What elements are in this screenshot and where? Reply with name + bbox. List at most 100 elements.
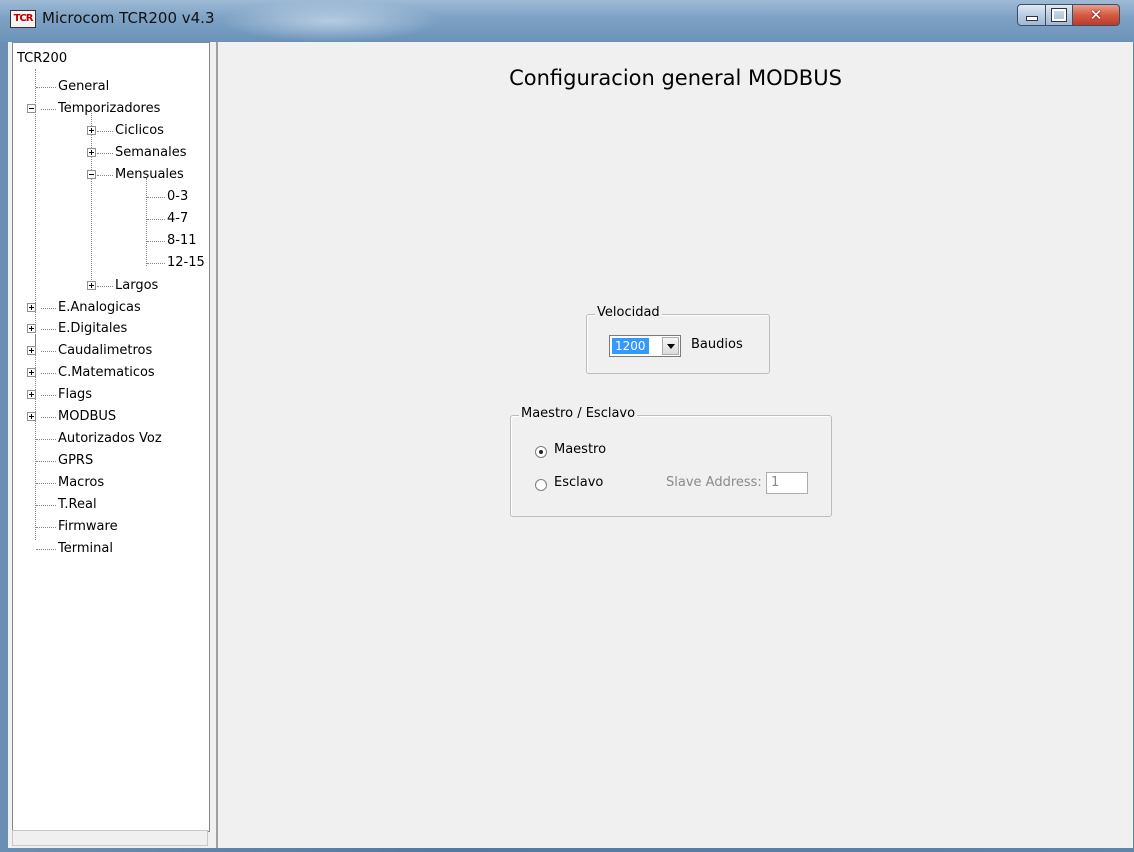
close-icon: ✕ (1089, 6, 1103, 24)
tree-item-flags[interactable]: Flags (56, 385, 92, 405)
chevron-down-icon[interactable] (662, 337, 679, 355)
tree-line (147, 241, 165, 242)
title-bar[interactable]: TCR Microcom TCR200 v4.3 ✕ (0, 0, 1134, 42)
tree-line (41, 329, 56, 330)
expand-icon[interactable] (87, 148, 96, 157)
tree-item-macros[interactable]: Macros (56, 473, 104, 493)
tree-line (147, 219, 165, 220)
slave-radio[interactable] (535, 479, 547, 491)
master-radio[interactable] (535, 446, 547, 458)
window-title: Microcom TCR200 v4.3 (42, 9, 215, 27)
app-logo-icon: TCR (10, 10, 36, 28)
slave-address-label: Slave Address: (666, 475, 762, 490)
master-radio-label[interactable]: Maestro (554, 442, 606, 457)
expand-icon[interactable] (27, 303, 36, 312)
tree-item-label: T.Real (58, 497, 97, 512)
baud-rate-value: 1200 (612, 338, 649, 354)
tree-horizontal-scrollbar[interactable] (12, 830, 208, 846)
tree-line (36, 549, 56, 550)
tree-line (97, 286, 113, 287)
tree-item-label: Ciclicos (115, 123, 164, 138)
tree-line (147, 197, 165, 198)
tree-item-c-matematicos[interactable]: C.Matematicos (56, 363, 155, 383)
speed-group-label: Velocidad (595, 305, 662, 320)
expand-icon[interactable] (27, 324, 36, 333)
tree-item-4-7[interactable]: 4-7 (165, 209, 188, 229)
baud-unit-label: Baudios (691, 337, 743, 352)
tree-item-semanales[interactable]: Semanales (113, 143, 186, 163)
expand-icon[interactable] (87, 126, 96, 135)
baud-rate-select[interactable]: 1200 (609, 335, 681, 357)
main-panel: Configuracion general MODBUS Velocidad 1… (218, 42, 1133, 848)
tree-item-e-digitales[interactable]: E.Digitales (56, 319, 127, 339)
expand-icon[interactable] (27, 368, 36, 377)
tree-item-label: Caudalimetros (58, 343, 153, 358)
navigation-tree[interactable]: TCR200 General Temporizadores Ciclicos S… (12, 42, 210, 832)
tree-item-t-real[interactable]: T.Real (56, 495, 97, 515)
minimize-icon (1025, 15, 1038, 21)
close-button[interactable]: ✕ (1072, 4, 1120, 26)
master-slave-groupbox: Maestro / Esclavo Maestro Esclavo Slave … (510, 406, 832, 517)
tree-item-label: 8-11 (167, 233, 197, 248)
caption-buttons: ✕ (1017, 4, 1120, 26)
speed-groupbox: Velocidad 1200 Baudios (586, 305, 770, 374)
tree-line (41, 395, 56, 396)
tree-line (41, 308, 56, 309)
tree-line (97, 131, 113, 132)
tree-item-label: 12-15 (167, 255, 205, 270)
tree-item-caudalimetros[interactable]: Caudalimetros (56, 341, 152, 361)
tree-item-ciclicos[interactable]: Ciclicos (113, 121, 164, 141)
tree-line (36, 527, 56, 528)
tree-item-12-15[interactable]: 12-15 (165, 253, 205, 273)
tree-line (35, 334, 36, 540)
slave-radio-label[interactable]: Esclavo (554, 475, 603, 490)
tree-line (41, 373, 56, 374)
tree-item-terminal[interactable]: Terminal (56, 539, 113, 559)
tree-item-label: Autorizados Voz (58, 431, 162, 446)
tree-item-label: C.Matematicos (58, 365, 155, 380)
tree-item-label: Semanales (115, 145, 187, 160)
tree-item-label: Mensuales (115, 167, 184, 182)
title-glow (220, 0, 440, 42)
tree-line (36, 505, 56, 506)
slave-address-input[interactable]: 1 (766, 472, 808, 494)
tree-item-8-11[interactable]: 8-11 (165, 231, 197, 251)
tree-item-label: Temporizadores (58, 101, 161, 116)
tree-item-label: E.Digitales (58, 321, 128, 336)
tree-item-label: Flags (58, 387, 93, 402)
tree-root[interactable]: TCR200 (15, 49, 67, 69)
tree-line (41, 109, 56, 110)
tree-root-label: TCR200 (17, 51, 68, 66)
minimize-button[interactable] (1017, 4, 1046, 26)
expand-icon[interactable] (27, 390, 36, 399)
tree-item-label: General (58, 79, 110, 94)
tree-item-label: GPRS (58, 453, 94, 468)
tree-line (97, 153, 113, 154)
tree-item-0-3[interactable]: 0-3 (165, 187, 188, 207)
tree-item-label: Macros (58, 475, 105, 490)
tree-item-general[interactable]: General (56, 77, 109, 97)
tree-line (41, 417, 56, 418)
expand-icon[interactable] (87, 281, 96, 290)
tree-item-label: Largos (115, 278, 159, 293)
tree-item-autorizados-voz[interactable]: Autorizados Voz (56, 429, 162, 449)
tree-item-modbus[interactable]: MODBUS (56, 407, 116, 427)
page-title: Configuracion general MODBUS (509, 66, 842, 90)
tree-line (36, 87, 56, 88)
tree-line (91, 111, 92, 288)
tree-item-temporizadores[interactable]: Temporizadores (56, 99, 160, 119)
tree-line (36, 461, 56, 462)
tree-line (41, 351, 56, 352)
maximize-button[interactable] (1045, 4, 1073, 26)
tree-item-largos[interactable]: Largos (113, 276, 158, 296)
tree-item-e-analogicas[interactable]: E.Analogicas (56, 298, 141, 318)
tree-item-mensuales[interactable]: Mensuales (113, 165, 184, 185)
tree-item-firmware[interactable]: Firmware (56, 517, 118, 537)
collapse-icon[interactable] (87, 170, 96, 179)
tree-line (146, 178, 147, 266)
expand-icon[interactable] (27, 412, 36, 421)
tree-item-gprs[interactable]: GPRS (56, 451, 93, 471)
collapse-icon[interactable] (27, 104, 36, 113)
app-window: TCR Microcom TCR200 v4.3 ✕ TCR200 Genera… (0, 0, 1134, 852)
expand-icon[interactable] (27, 346, 36, 355)
